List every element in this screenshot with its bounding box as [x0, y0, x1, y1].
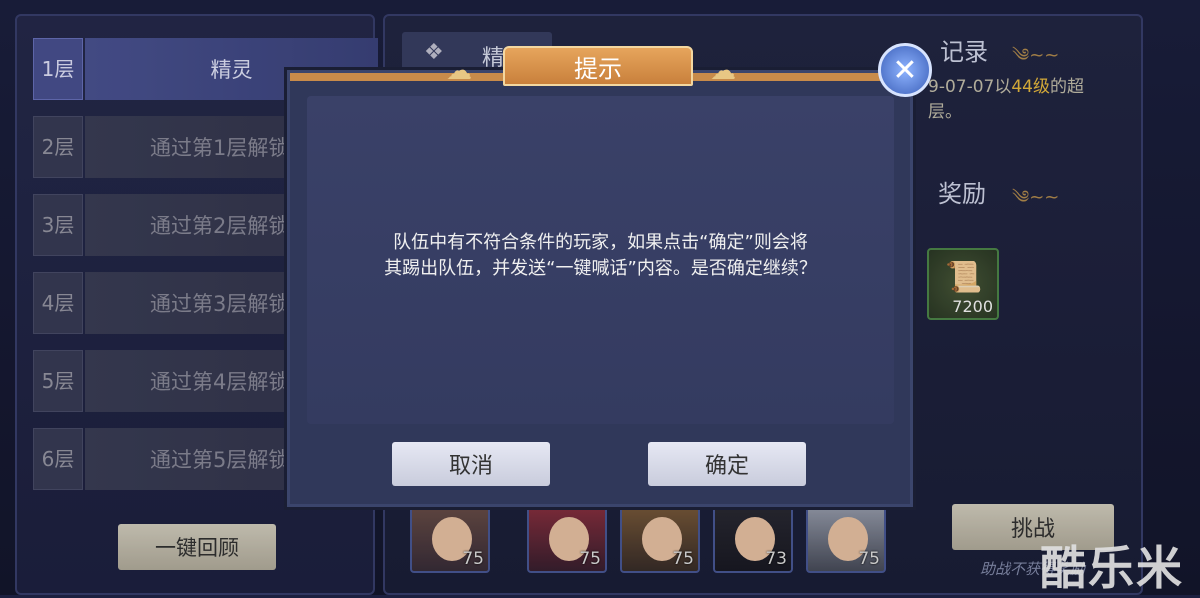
cloud-ornament-icon: ☁	[710, 56, 736, 86]
cloud-ornament-icon: ☁	[446, 56, 472, 86]
confirm-dialog: 队伍中有不符合条件的玩家，如果点击“确定”则会将 其踢出队伍，并发送“一键喊话”…	[287, 70, 913, 507]
confirm-button[interactable]: 确定	[648, 442, 806, 486]
dialog-title: 提示	[503, 46, 693, 86]
close-icon[interactable]: ✕	[878, 43, 932, 97]
message-line-2: 其踢出队伍，并发送“一键喊话”内容。是否确定继续？	[384, 258, 817, 279]
cancel-button[interactable]: 取消	[392, 442, 550, 486]
message-line-1: 队伍中有不符合条件的玩家，如果点击“确定”则会将	[393, 232, 808, 253]
dialog-content: 队伍中有不符合条件的玩家，如果点击“确定”则会将 其踢出队伍，并发送“一键喊话”…	[307, 96, 894, 424]
dialog-message: 队伍中有不符合条件的玩家，如果点击“确定”则会将 其踢出队伍，并发送“一键喊话”…	[307, 230, 894, 282]
